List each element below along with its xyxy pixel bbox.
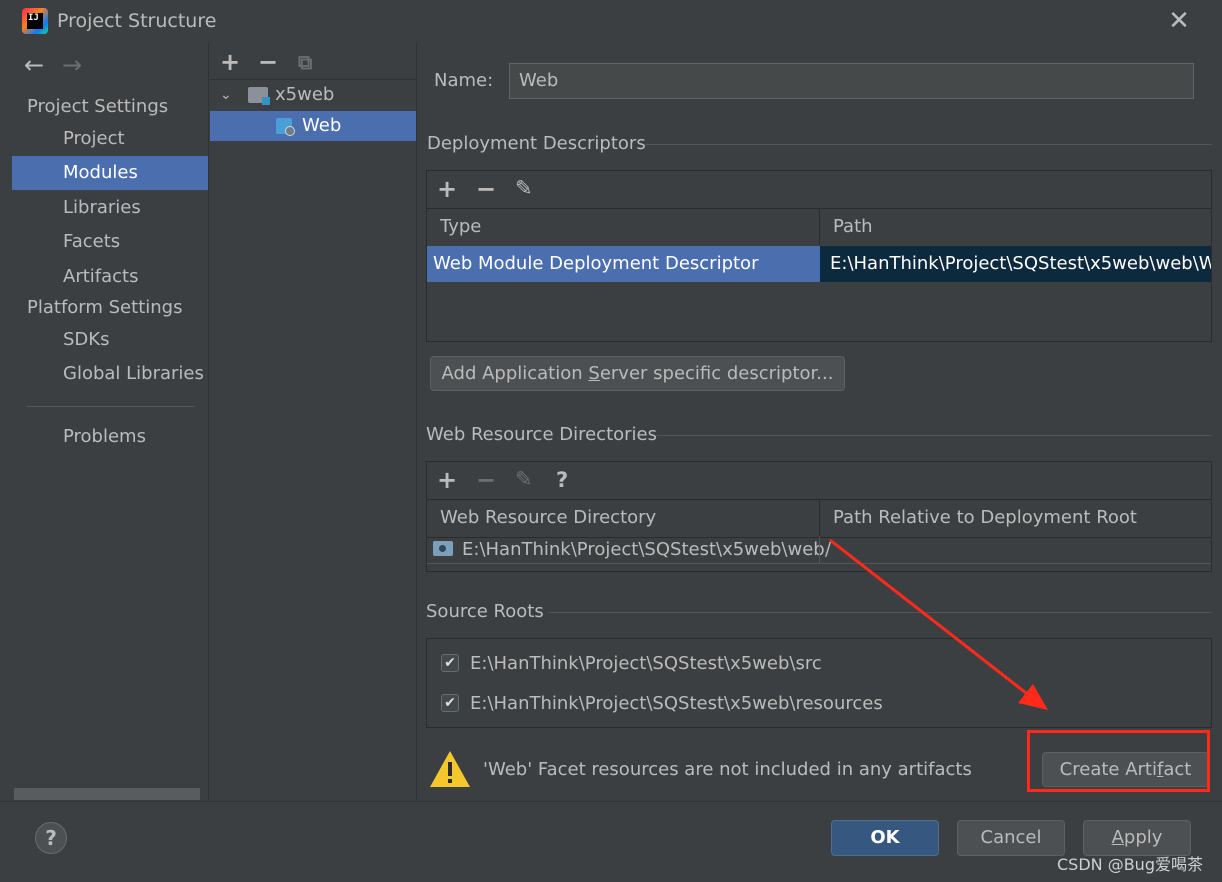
group-separator — [645, 144, 1212, 145]
source-roots-panel — [426, 638, 1212, 728]
edit-pencil-icon[interactable]: ✎ — [515, 176, 533, 200]
warning-icon — [430, 751, 470, 787]
nav-item-project[interactable]: Project — [12, 122, 208, 156]
close-icon[interactable]: ✕ — [1166, 8, 1192, 34]
facet-label: Web — [302, 115, 342, 136]
edit-pencil-icon[interactable]: ✎ — [515, 467, 533, 491]
column-header-web-resource-directory[interactable]: Web Resource Directory — [427, 500, 820, 536]
table-row[interactable]: Web Module Deployment Descriptor E:\HanT… — [427, 246, 1211, 282]
name-label: Name: — [434, 70, 494, 91]
annotation-arrow — [829, 538, 1048, 710]
warning-message: 'Web' Facet resources are not included i… — [483, 759, 972, 780]
nav-item-modules[interactable]: Modules — [12, 156, 208, 190]
copy-icon[interactable]: ⧉ — [298, 50, 312, 74]
window-title: Project Structure — [57, 10, 217, 32]
nav-item-problems[interactable]: Problems — [12, 420, 208, 454]
source-roots-title: Source Roots — [426, 601, 544, 622]
column-header-path[interactable]: Path — [820, 209, 1211, 245]
column-header-type[interactable]: Type — [427, 209, 820, 245]
intellij-logo-icon: IJ — [22, 8, 48, 34]
remove-icon[interactable]: − — [258, 50, 278, 74]
descriptor-table-header: Type Path — [427, 208, 1211, 247]
add-icon[interactable]: + — [437, 177, 457, 201]
project-settings-header: Project Settings — [27, 96, 169, 117]
platform-settings-header: Platform Settings — [27, 297, 183, 318]
remove-icon[interactable]: − — [476, 177, 496, 201]
folder-badge-icon — [439, 545, 446, 552]
name-field[interactable]: Web — [509, 63, 1194, 99]
nav-item-global-libraries[interactable]: Global Libraries — [12, 357, 208, 391]
source-root-checkbox-resources[interactable]: ✔ — [441, 694, 459, 712]
ok-button[interactable]: OK — [831, 820, 939, 856]
module-badge-icon — [262, 97, 270, 105]
globe-icon — [285, 126, 295, 136]
nav-item-libraries[interactable]: Libraries — [12, 191, 208, 225]
arrow-left-icon[interactable]: ← — [24, 53, 44, 77]
add-icon[interactable]: + — [437, 468, 457, 492]
group-separator — [655, 435, 1212, 436]
remove-icon[interactable]: − — [476, 468, 496, 492]
web-resource-dir-cell: E:\HanThink\Project\SQStest\x5web\web — [462, 539, 825, 560]
descriptor-type-cell: Web Module Deployment Descriptor — [427, 246, 820, 282]
nav-item-artifacts[interactable]: Artifacts — [12, 260, 208, 294]
tree-item-module[interactable]: ⌄ x5web — [210, 80, 416, 110]
web-resource-directories-title: Web Resource Directories — [426, 424, 657, 445]
help-question-icon[interactable]: ? — [556, 468, 568, 492]
nav-scrollbar[interactable] — [14, 788, 200, 800]
annotation-highlight-box — [1027, 730, 1210, 792]
nav-separator — [27, 406, 195, 407]
help-button[interactable]: ? — [35, 822, 67, 854]
add-server-descriptor-button[interactable]: Add Application Server specific descript… — [430, 356, 845, 391]
cancel-button[interactable]: Cancel — [957, 820, 1065, 856]
arrow-right-icon[interactable]: → — [62, 53, 82, 77]
table-row[interactable]: E:\HanThink\Project\SQStest\x5web\web / — [427, 537, 1211, 564]
add-icon[interactable]: + — [220, 50, 240, 74]
csdn-watermark: CSDN @Bug爱喝茶 — [1057, 855, 1203, 874]
tree-item-web-facet[interactable]: Web — [210, 111, 416, 141]
module-tree-pane — [210, 42, 416, 800]
deployment-descriptors-title: Deployment Descriptors — [427, 133, 646, 154]
source-root-checkbox-src[interactable]: ✔ — [441, 654, 459, 672]
pane-divider[interactable] — [208, 42, 209, 800]
source-root-src-label: E:\HanThink\Project\SQStest\x5web\src — [470, 653, 822, 674]
chevron-down-icon[interactable]: ⌄ — [220, 80, 232, 110]
descriptor-path-cell: E:\HanThink\Project\SQStest\x5web\web\WE — [820, 246, 1211, 282]
nav-item-sdks[interactable]: SDKs — [12, 323, 208, 357]
pane-divider-2[interactable] — [416, 42, 417, 800]
module-label: x5web — [275, 84, 335, 105]
nav-item-facets[interactable]: Facets — [12, 225, 208, 259]
web-resource-table-header: Web Resource Directory Path Relative to … — [427, 499, 1211, 538]
